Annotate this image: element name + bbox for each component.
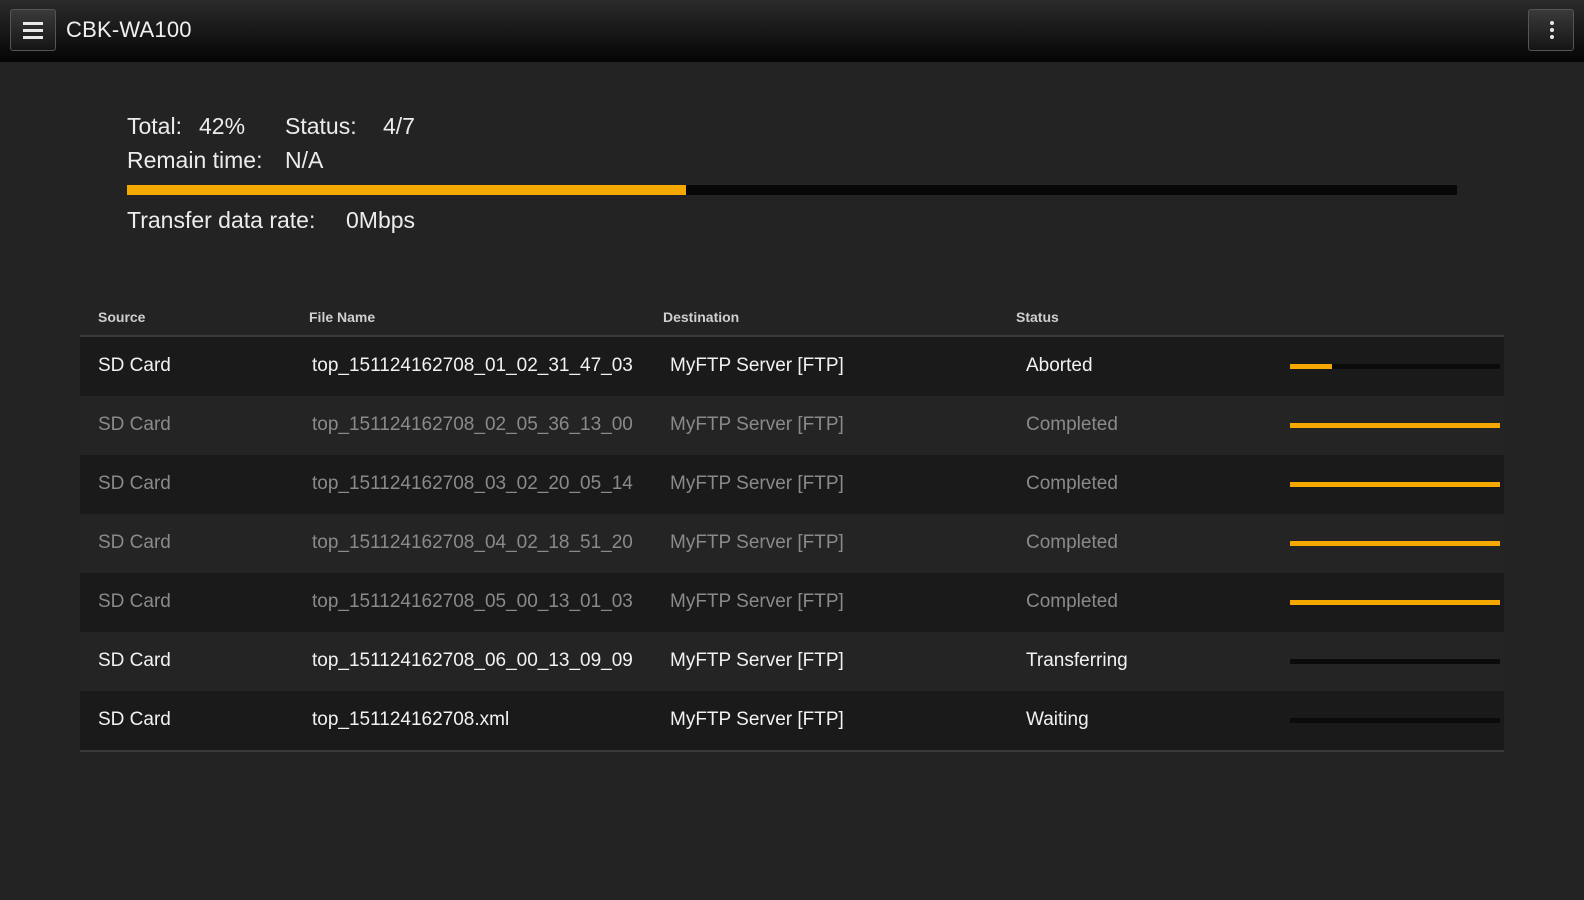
row-progress-bar (1290, 600, 1500, 605)
header-file-name: File Name (309, 309, 376, 325)
row-progress-fill (1290, 541, 1500, 546)
transfer-rate-label: Transfer data rate: (127, 207, 316, 233)
row-progress-fill (1290, 423, 1500, 428)
row-source: SD Card (98, 650, 171, 671)
row-source: SD Card (98, 591, 171, 612)
header-destination: Destination (663, 309, 740, 325)
row-progress-bar (1290, 541, 1500, 546)
row-file-name: top_151124162708_05_00_13_01_03 (312, 591, 633, 612)
row-status: Completed (1026, 532, 1118, 553)
row-source: SD Card (98, 532, 171, 553)
row-destination: MyFTP Server [FTP] (670, 709, 844, 730)
total-progress-fill (127, 185, 686, 195)
row-status: Waiting (1026, 709, 1089, 730)
table-bottom-divider (80, 750, 1504, 752)
row-status: Completed (1026, 591, 1118, 612)
app-toolbar: CBK-WA100 (0, 0, 1584, 62)
row-status: Transferring (1026, 650, 1128, 671)
row-status: Completed (1026, 473, 1118, 494)
table-row[interactable]: SD Card top_151124162708_04_02_18_51_20 My… (80, 514, 1504, 573)
row-progress-fill (1290, 364, 1332, 369)
row-source: SD Card (98, 355, 171, 376)
header-status: Status (1016, 309, 1059, 325)
remain-time-label: Remain time: (127, 147, 263, 173)
row-destination: MyFTP Server [FTP] (670, 650, 844, 671)
total-value: 42% (199, 113, 246, 139)
table-row[interactable]: SD Card top_151124162708.xml MyFTP Server … (80, 691, 1504, 750)
transfer-table: Source File Name Destination Status SD C… (80, 300, 1504, 752)
row-progress-bar (1290, 423, 1500, 428)
row-status: Completed (1026, 414, 1118, 435)
row-file-name: top_151124162708.xml (312, 709, 510, 730)
table-body: SD Card top_151124162708_01_02_31_47_03 My… (80, 337, 1504, 750)
row-progress-bar (1290, 364, 1500, 369)
overflow-dot (1550, 21, 1554, 25)
row-file-name: top_151124162708_01_02_31_47_03 (312, 355, 633, 376)
row-file-name: top_151124162708_04_02_18_51_20 (312, 532, 633, 553)
row-file-name: top_151124162708_03_02_20_05_14 (312, 473, 633, 494)
remain-time-value: N/A (285, 147, 324, 173)
row-file-name: top_151124162708_02_05_36_13_00 (312, 414, 633, 435)
menu-bar-line (23, 29, 43, 32)
status-label: Status: (285, 113, 357, 139)
total-progress-bar (127, 185, 1457, 195)
row-progress-fill (1290, 600, 1500, 605)
row-destination: MyFTP Server [FTP] (670, 414, 844, 435)
table-row[interactable]: SD Card top_151124162708_05_00_13_01_03 My… (80, 573, 1504, 632)
row-destination: MyFTP Server [FTP] (670, 355, 844, 376)
row-progress-bar (1290, 482, 1500, 487)
row-progress-fill (1290, 482, 1500, 487)
row-destination: MyFTP Server [FTP] (670, 591, 844, 612)
table-row[interactable]: SD Card top_151124162708_02_05_36_13_00 My… (80, 396, 1504, 455)
table-row[interactable]: SD Card top_151124162708_03_02_20_05_14 My… (80, 455, 1504, 514)
row-progress-bar (1290, 659, 1500, 664)
row-destination: MyFTP Server [FTP] (670, 532, 844, 553)
menu-bar-line (23, 22, 43, 25)
overflow-menu-icon[interactable] (1528, 9, 1574, 51)
row-progress-bar (1290, 718, 1500, 723)
table-row[interactable]: SD Card top_151124162708_06_00_13_09_09 My… (80, 632, 1504, 691)
row-source: SD Card (98, 414, 171, 435)
status-value: 4/7 (383, 113, 415, 139)
row-file-name: top_151124162708_06_00_13_09_09 (312, 650, 633, 671)
menu-bar-line (23, 36, 43, 39)
overflow-dot (1550, 28, 1554, 32)
row-destination: MyFTP Server [FTP] (670, 473, 844, 494)
header-source: Source (98, 309, 146, 325)
transfer-rate-value: 0Mbps (346, 207, 416, 233)
row-source: SD Card (98, 473, 171, 494)
table-row[interactable]: SD Card top_151124162708_01_02_31_47_03 My… (80, 337, 1504, 396)
total-label: Total: (127, 113, 182, 139)
row-source: SD Card (98, 709, 171, 730)
table-header: Source File Name Destination Status (80, 300, 1504, 337)
hamburger-menu-icon[interactable] (10, 9, 56, 51)
overflow-dot (1550, 35, 1554, 39)
app-title: CBK-WA100 (66, 17, 192, 42)
row-status: Aborted (1026, 355, 1093, 376)
